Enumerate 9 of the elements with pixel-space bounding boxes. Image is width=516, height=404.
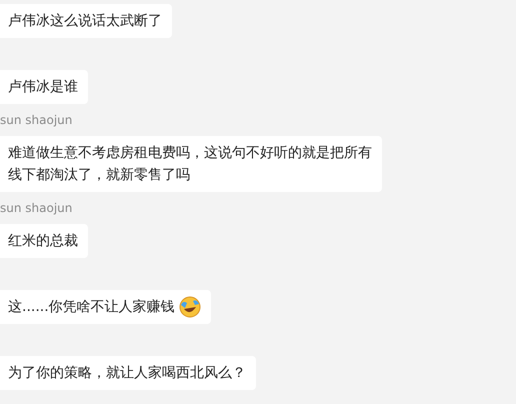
message-bubble: 卢伟冰这么说话太武断了 xyxy=(0,4,172,38)
sender-name: sun shaojun xyxy=(0,201,72,215)
message-bubble: 卢伟冰是谁 xyxy=(0,70,88,104)
message-bubble: 这......你凭啥不让人家赚钱 xyxy=(0,290,211,324)
emoji-icon xyxy=(178,296,201,318)
message-bubble: 难道做生意不考虑房租电费吗，这说句不好听的就是把所有线下都淘汰了，就新零售了吗 xyxy=(0,136,382,192)
message-bubble: 红米的总裁 xyxy=(0,224,88,258)
sender-name: sun shaojun xyxy=(0,113,72,127)
message-bubble: 为了你的策略，就让人家喝西北风么？ xyxy=(0,356,256,390)
